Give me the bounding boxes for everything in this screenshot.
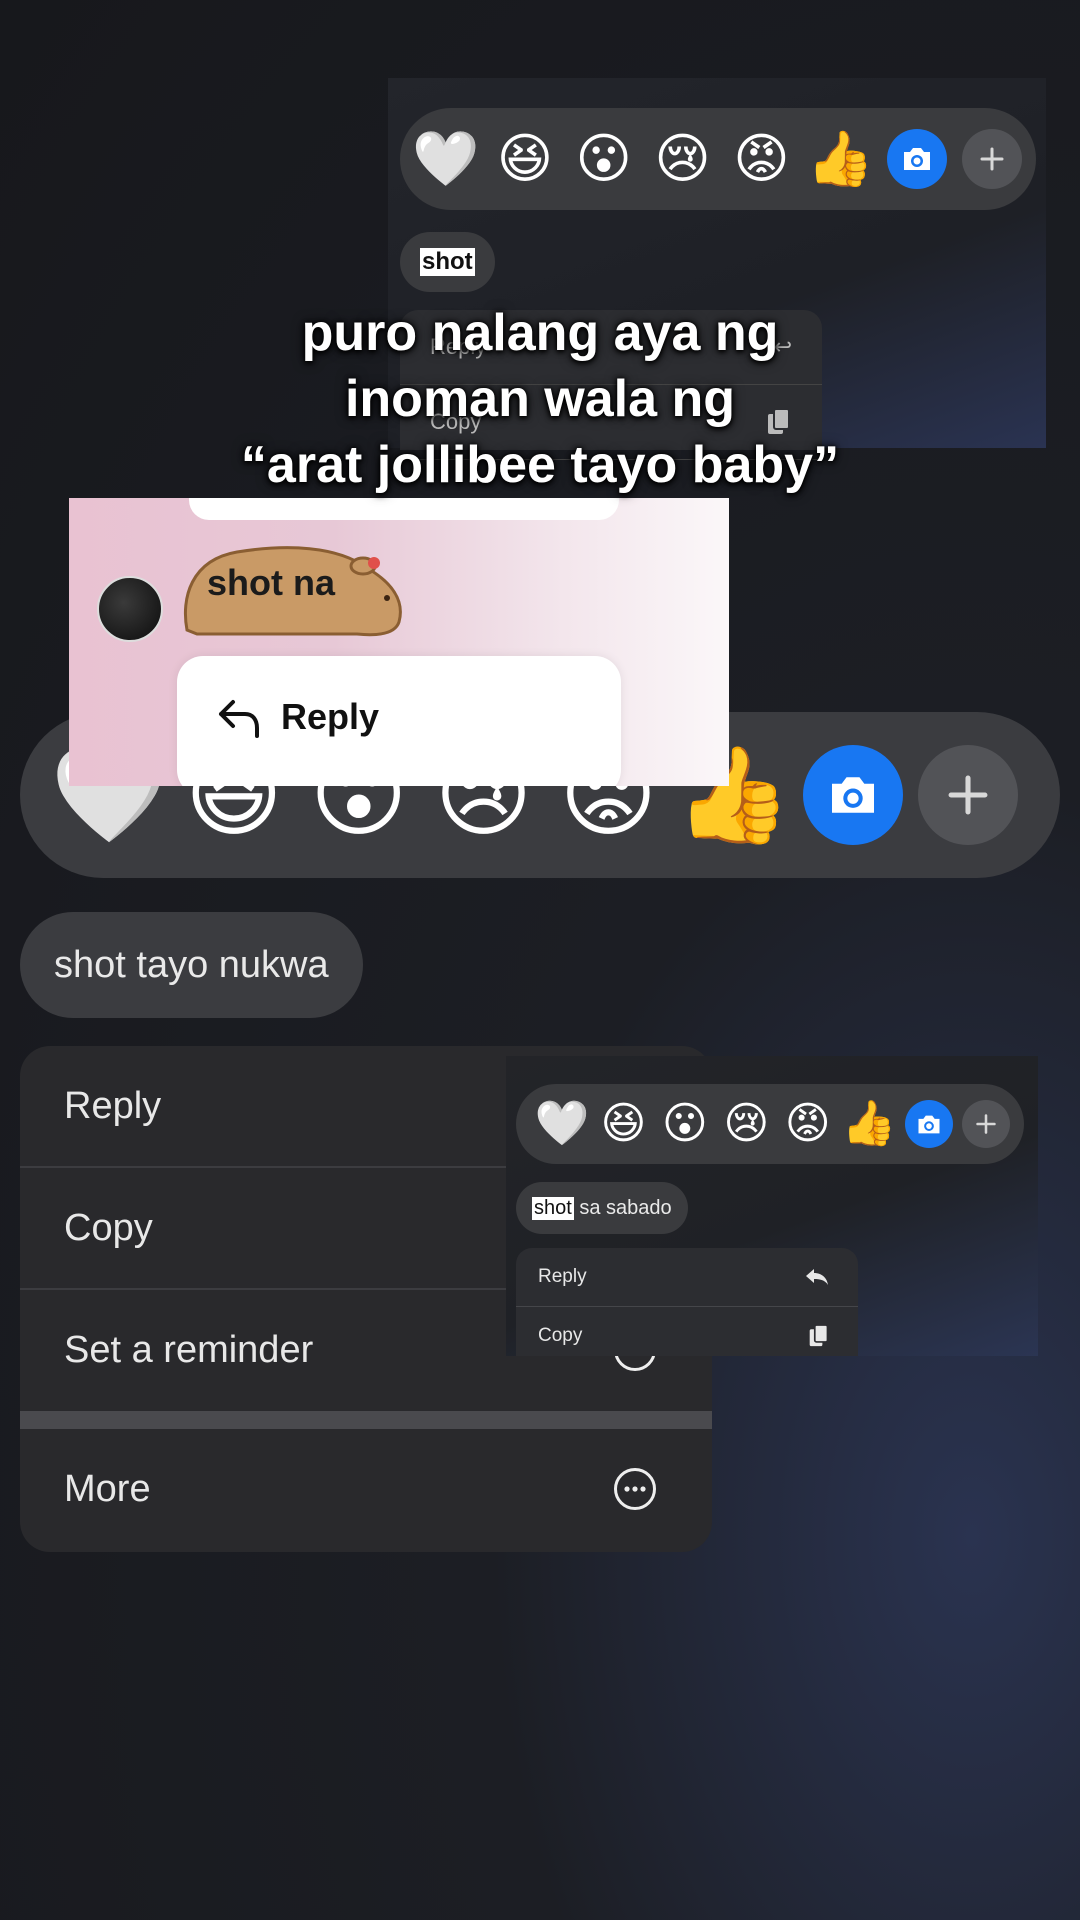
like-reaction[interactable]: 👍 bbox=[807, 127, 874, 191]
caption-line-1: puro nalang aya ng bbox=[301, 304, 779, 362]
menu-label: Copy bbox=[64, 1206, 153, 1249]
menu-item-more[interactable]: More bbox=[20, 1429, 712, 1549]
more-icon bbox=[614, 1468, 656, 1510]
reply-arrow-icon bbox=[219, 700, 259, 738]
menu-label: Reply bbox=[64, 1084, 162, 1127]
caption-line-2: inoman wala ng bbox=[344, 370, 736, 428]
menu-label: Set a reminder bbox=[64, 1328, 314, 1371]
angry-reaction[interactable]: 😡 bbox=[729, 127, 793, 191]
avatar bbox=[97, 576, 163, 642]
sticker-text: shot na bbox=[207, 562, 336, 603]
camera-icon[interactable] bbox=[904, 1100, 953, 1148]
plus-icon[interactable] bbox=[961, 129, 1022, 189]
top-message-bubble[interactable]: shot bbox=[400, 232, 495, 292]
sad-reaction[interactable]: 😢 bbox=[720, 1098, 772, 1150]
plus-icon[interactable] bbox=[917, 745, 1018, 845]
angry-reaction[interactable]: 😡 bbox=[782, 1098, 834, 1150]
small-menu-copy[interactable]: Copy bbox=[516, 1307, 858, 1356]
laugh-reaction[interactable]: 😆 bbox=[493, 127, 557, 191]
small-message-bubble[interactable]: shot sa sabado bbox=[516, 1182, 688, 1234]
menu-label: More bbox=[64, 1467, 151, 1510]
small-reaction-bar: 🤍 😆 😮 😢 😡 👍 bbox=[516, 1084, 1024, 1164]
bubble-edge bbox=[189, 498, 619, 520]
reply-arrow-icon bbox=[806, 1269, 828, 1285]
plus-icon[interactable] bbox=[961, 1100, 1010, 1148]
small-screenshot-panel: 🤍 😆 😮 😢 😡 👍 shot sa sabado Reply Copy bbox=[506, 1056, 1038, 1356]
heart-reaction[interactable]: 🤍 bbox=[535, 1098, 590, 1150]
laugh-reaction[interactable]: 😆 bbox=[597, 1098, 649, 1150]
caption-line-3: “arat jollibee tayo baby” bbox=[240, 436, 840, 494]
top-reaction-bar: 🤍 😆 😮 😢 😡 👍 bbox=[400, 108, 1036, 210]
wow-reaction[interactable]: 😮 bbox=[572, 127, 636, 191]
wow-reaction[interactable]: 😮 bbox=[659, 1098, 711, 1150]
section-gap bbox=[20, 1411, 712, 1429]
message-bubble[interactable]: shot tayo nukwa bbox=[20, 912, 363, 1018]
reply-menu-card[interactable]: Reply bbox=[177, 656, 621, 786]
menu-label: Copy bbox=[538, 1325, 583, 1346]
highlighted-word: shot bbox=[420, 248, 475, 276]
small-menu-reply[interactable]: Reply bbox=[516, 1248, 858, 1307]
reply-label: Reply bbox=[281, 696, 380, 737]
caption-overlay: puro nalang aya ng inoman wala ng “arat … bbox=[0, 300, 1080, 498]
heart-reaction[interactable]: 🤍 bbox=[412, 127, 479, 191]
light-chat-screenshot: shot na Reply bbox=[69, 498, 729, 786]
camera-icon[interactable] bbox=[887, 129, 948, 189]
menu-label: Reply bbox=[538, 1266, 587, 1287]
like-reaction[interactable]: 👍 bbox=[842, 1098, 897, 1150]
sad-reaction[interactable]: 😢 bbox=[651, 127, 715, 191]
camera-icon[interactable] bbox=[803, 745, 904, 845]
highlighted-word: shot bbox=[532, 1196, 574, 1220]
copy-icon bbox=[809, 1324, 829, 1347]
bubble-text: sa sabado bbox=[573, 1196, 672, 1219]
small-context-menu: Reply Copy bbox=[516, 1248, 858, 1356]
